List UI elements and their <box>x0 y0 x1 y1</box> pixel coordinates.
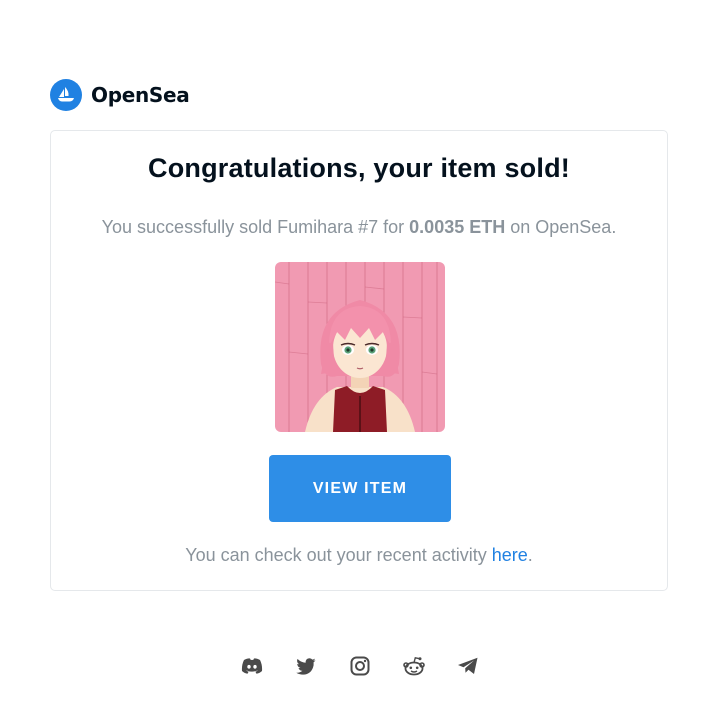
telegram-icon[interactable] <box>456 654 480 678</box>
brand-header[interactable]: OpenSea <box>50 79 190 111</box>
activity-here-link[interactable]: here <box>492 545 528 565</box>
opensea-logo-icon <box>50 79 82 111</box>
social-links <box>240 654 480 678</box>
activity-message-suffix: . <box>527 545 533 565</box>
sale-message: You successfully sold Fumihara #7 for 0.… <box>51 217 667 238</box>
activity-message: You can check out your recent activity h… <box>51 545 667 566</box>
brand-name: OpenSea <box>91 83 190 107</box>
view-item-button[interactable]: VIEW ITEM <box>269 455 451 522</box>
page-title: Congratulations, your item sold! <box>148 153 570 183</box>
sale-amount: 0.0035 ETH <box>409 217 506 237</box>
activity-message-prefix: You can check out your recent activity <box>185 545 492 565</box>
sale-card: Congratulations, your item sold! You suc… <box>50 130 668 591</box>
discord-icon[interactable] <box>240 654 264 678</box>
reddit-icon[interactable] <box>402 654 426 678</box>
sale-message-prefix: You successfully sold Fumihara #7 for <box>101 217 410 237</box>
twitter-icon[interactable] <box>294 654 318 678</box>
sale-message-suffix: on OpenSea. <box>505 217 617 237</box>
nft-image[interactable] <box>275 262 445 432</box>
email-page: OpenSea Congratulations, your item sold!… <box>0 0 720 720</box>
instagram-icon[interactable] <box>348 654 372 678</box>
anime-girl-portrait-image <box>275 262 445 432</box>
